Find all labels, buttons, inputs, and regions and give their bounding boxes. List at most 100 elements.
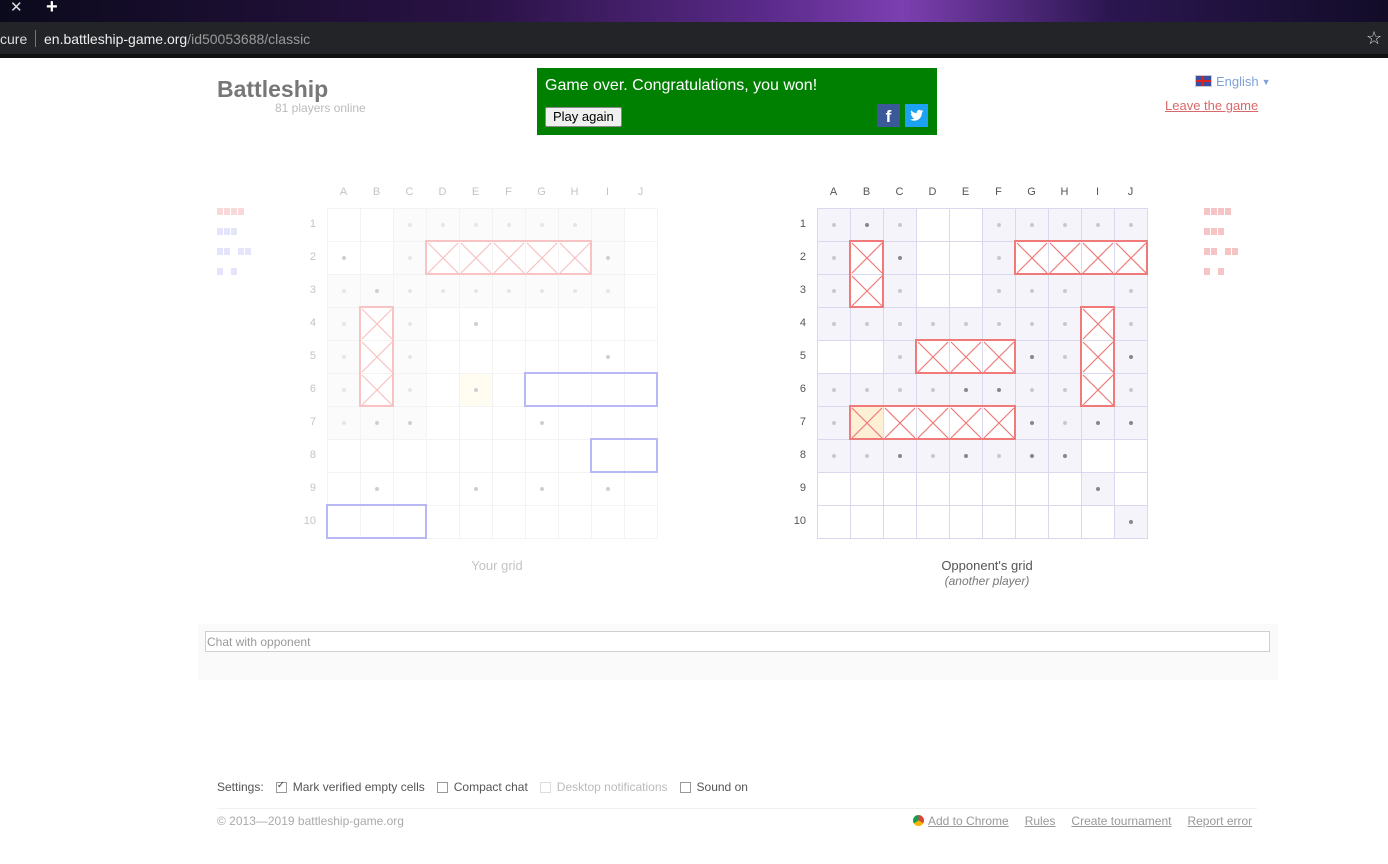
grid-cell[interactable]: [1114, 472, 1148, 506]
grid-cell[interactable]: [850, 208, 884, 242]
grid-cell[interactable]: [982, 307, 1016, 341]
grid-cell[interactable]: [949, 208, 983, 242]
grid-cell[interactable]: [883, 208, 917, 242]
grid-cell[interactable]: [883, 373, 917, 407]
new-tab-icon[interactable]: +: [46, 0, 58, 19]
grid-cell[interactable]: [1081, 307, 1115, 341]
facebook-share-icon[interactable]: f: [877, 104, 900, 127]
grid-cell[interactable]: [1114, 241, 1148, 275]
grid-cell[interactable]: [949, 241, 983, 275]
grid-cell[interactable]: [1015, 208, 1049, 242]
grid-cell[interactable]: [850, 274, 884, 308]
grid-cell[interactable]: [1015, 241, 1049, 275]
checkbox[interactable]: [436, 781, 448, 793]
grid-cell[interactable]: [1015, 472, 1049, 506]
grid-cell[interactable]: [982, 373, 1016, 407]
checkbox[interactable]: [679, 781, 691, 793]
twitter-share-icon[interactable]: [905, 104, 928, 127]
grid-cell[interactable]: [1048, 373, 1082, 407]
grid-cell[interactable]: [883, 241, 917, 275]
grid-cell[interactable]: [850, 406, 884, 440]
url-text[interactable]: en.battleship-game.org/id50053688/classi…: [44, 31, 310, 47]
grid-cell[interactable]: [982, 241, 1016, 275]
grid-cell[interactable]: [982, 208, 1016, 242]
setting-option[interactable]: Compact chat: [436, 780, 528, 794]
grid-cell[interactable]: [1114, 406, 1148, 440]
grid-cell[interactable]: [850, 340, 884, 374]
checkbox[interactable]: [275, 780, 287, 793]
grid-cell[interactable]: [1015, 340, 1049, 374]
grid-cell[interactable]: [982, 274, 1016, 308]
grid-cell[interactable]: [1048, 208, 1082, 242]
grid-cell[interactable]: [817, 340, 851, 374]
grid-cell[interactable]: [883, 274, 917, 308]
grid-cell[interactable]: [1114, 373, 1148, 407]
language-selector[interactable]: English ▼: [1195, 74, 1271, 89]
grid-cell[interactable]: [1048, 340, 1082, 374]
grid-cell[interactable]: [817, 505, 851, 539]
grid-cell[interactable]: [1114, 505, 1148, 539]
grid-cell[interactable]: [817, 208, 851, 242]
grid-cell[interactable]: [883, 505, 917, 539]
grid-cell[interactable]: [1081, 208, 1115, 242]
grid-cell[interactable]: [850, 439, 884, 473]
grid-cell[interactable]: [850, 241, 884, 275]
grid-cell[interactable]: [949, 505, 983, 539]
grid-cell[interactable]: [1114, 307, 1148, 341]
grid-cell[interactable]: [982, 505, 1016, 539]
grid-cell[interactable]: [1015, 307, 1049, 341]
footer-link[interactable]: Report error: [1187, 814, 1252, 828]
grid-cell[interactable]: [850, 505, 884, 539]
grid-cell[interactable]: [817, 406, 851, 440]
grid-cell[interactable]: [1114, 208, 1148, 242]
grid-cell[interactable]: [850, 472, 884, 506]
grid-cell[interactable]: [949, 406, 983, 440]
grid-cell[interactable]: [1081, 472, 1115, 506]
grid-cell[interactable]: [916, 241, 950, 275]
grid-cell[interactable]: [1048, 472, 1082, 506]
grid-cell[interactable]: [1048, 307, 1082, 341]
grid-cell[interactable]: [1015, 439, 1049, 473]
setting-option[interactable]: Sound on: [679, 780, 748, 794]
grid-cell[interactable]: [883, 340, 917, 374]
security-label[interactable]: cure: [0, 31, 27, 47]
grid-cell[interactable]: [1015, 373, 1049, 407]
grid-cell[interactable]: [850, 307, 884, 341]
grid-cell[interactable]: [1048, 241, 1082, 275]
grid-cell[interactable]: [817, 439, 851, 473]
grid-cell[interactable]: [916, 340, 950, 374]
grid-cell[interactable]: [949, 307, 983, 341]
grid-cell[interactable]: [1015, 274, 1049, 308]
grid-cell[interactable]: [949, 373, 983, 407]
grid-cell[interactable]: [916, 274, 950, 308]
grid-cell[interactable]: [949, 274, 983, 308]
bookmark-star-icon[interactable]: ☆: [1366, 28, 1382, 49]
grid-cell[interactable]: [1081, 373, 1115, 407]
grid-cell[interactable]: [817, 472, 851, 506]
grid-cell[interactable]: [1081, 505, 1115, 539]
grid-cell[interactable]: [817, 241, 851, 275]
grid-cell[interactable]: [883, 439, 917, 473]
grid-cell[interactable]: [1081, 439, 1115, 473]
grid-cell[interactable]: [916, 307, 950, 341]
grid-cell[interactable]: [1081, 274, 1115, 308]
play-again-button[interactable]: Play again: [545, 107, 622, 127]
close-tab-icon[interactable]: ✕: [10, 0, 23, 16]
grid-cell[interactable]: [1048, 406, 1082, 440]
grid-cell[interactable]: [1048, 439, 1082, 473]
grid-cell[interactable]: [916, 439, 950, 473]
grid-cell[interactable]: [1114, 274, 1148, 308]
grid-cell[interactable]: [883, 472, 917, 506]
grid-cell[interactable]: [1081, 340, 1115, 374]
grid-cell[interactable]: [982, 340, 1016, 374]
grid-cell[interactable]: [982, 406, 1016, 440]
grid-cell[interactable]: [982, 472, 1016, 506]
grid-cell[interactable]: [817, 274, 851, 308]
grid-cell[interactable]: [817, 373, 851, 407]
grid-cell[interactable]: [916, 208, 950, 242]
grid-cell[interactable]: [883, 307, 917, 341]
grid-cell[interactable]: [949, 340, 983, 374]
footer-link[interactable]: Rules: [1025, 814, 1056, 828]
grid-cell[interactable]: [949, 439, 983, 473]
grid-cell[interactable]: [916, 406, 950, 440]
